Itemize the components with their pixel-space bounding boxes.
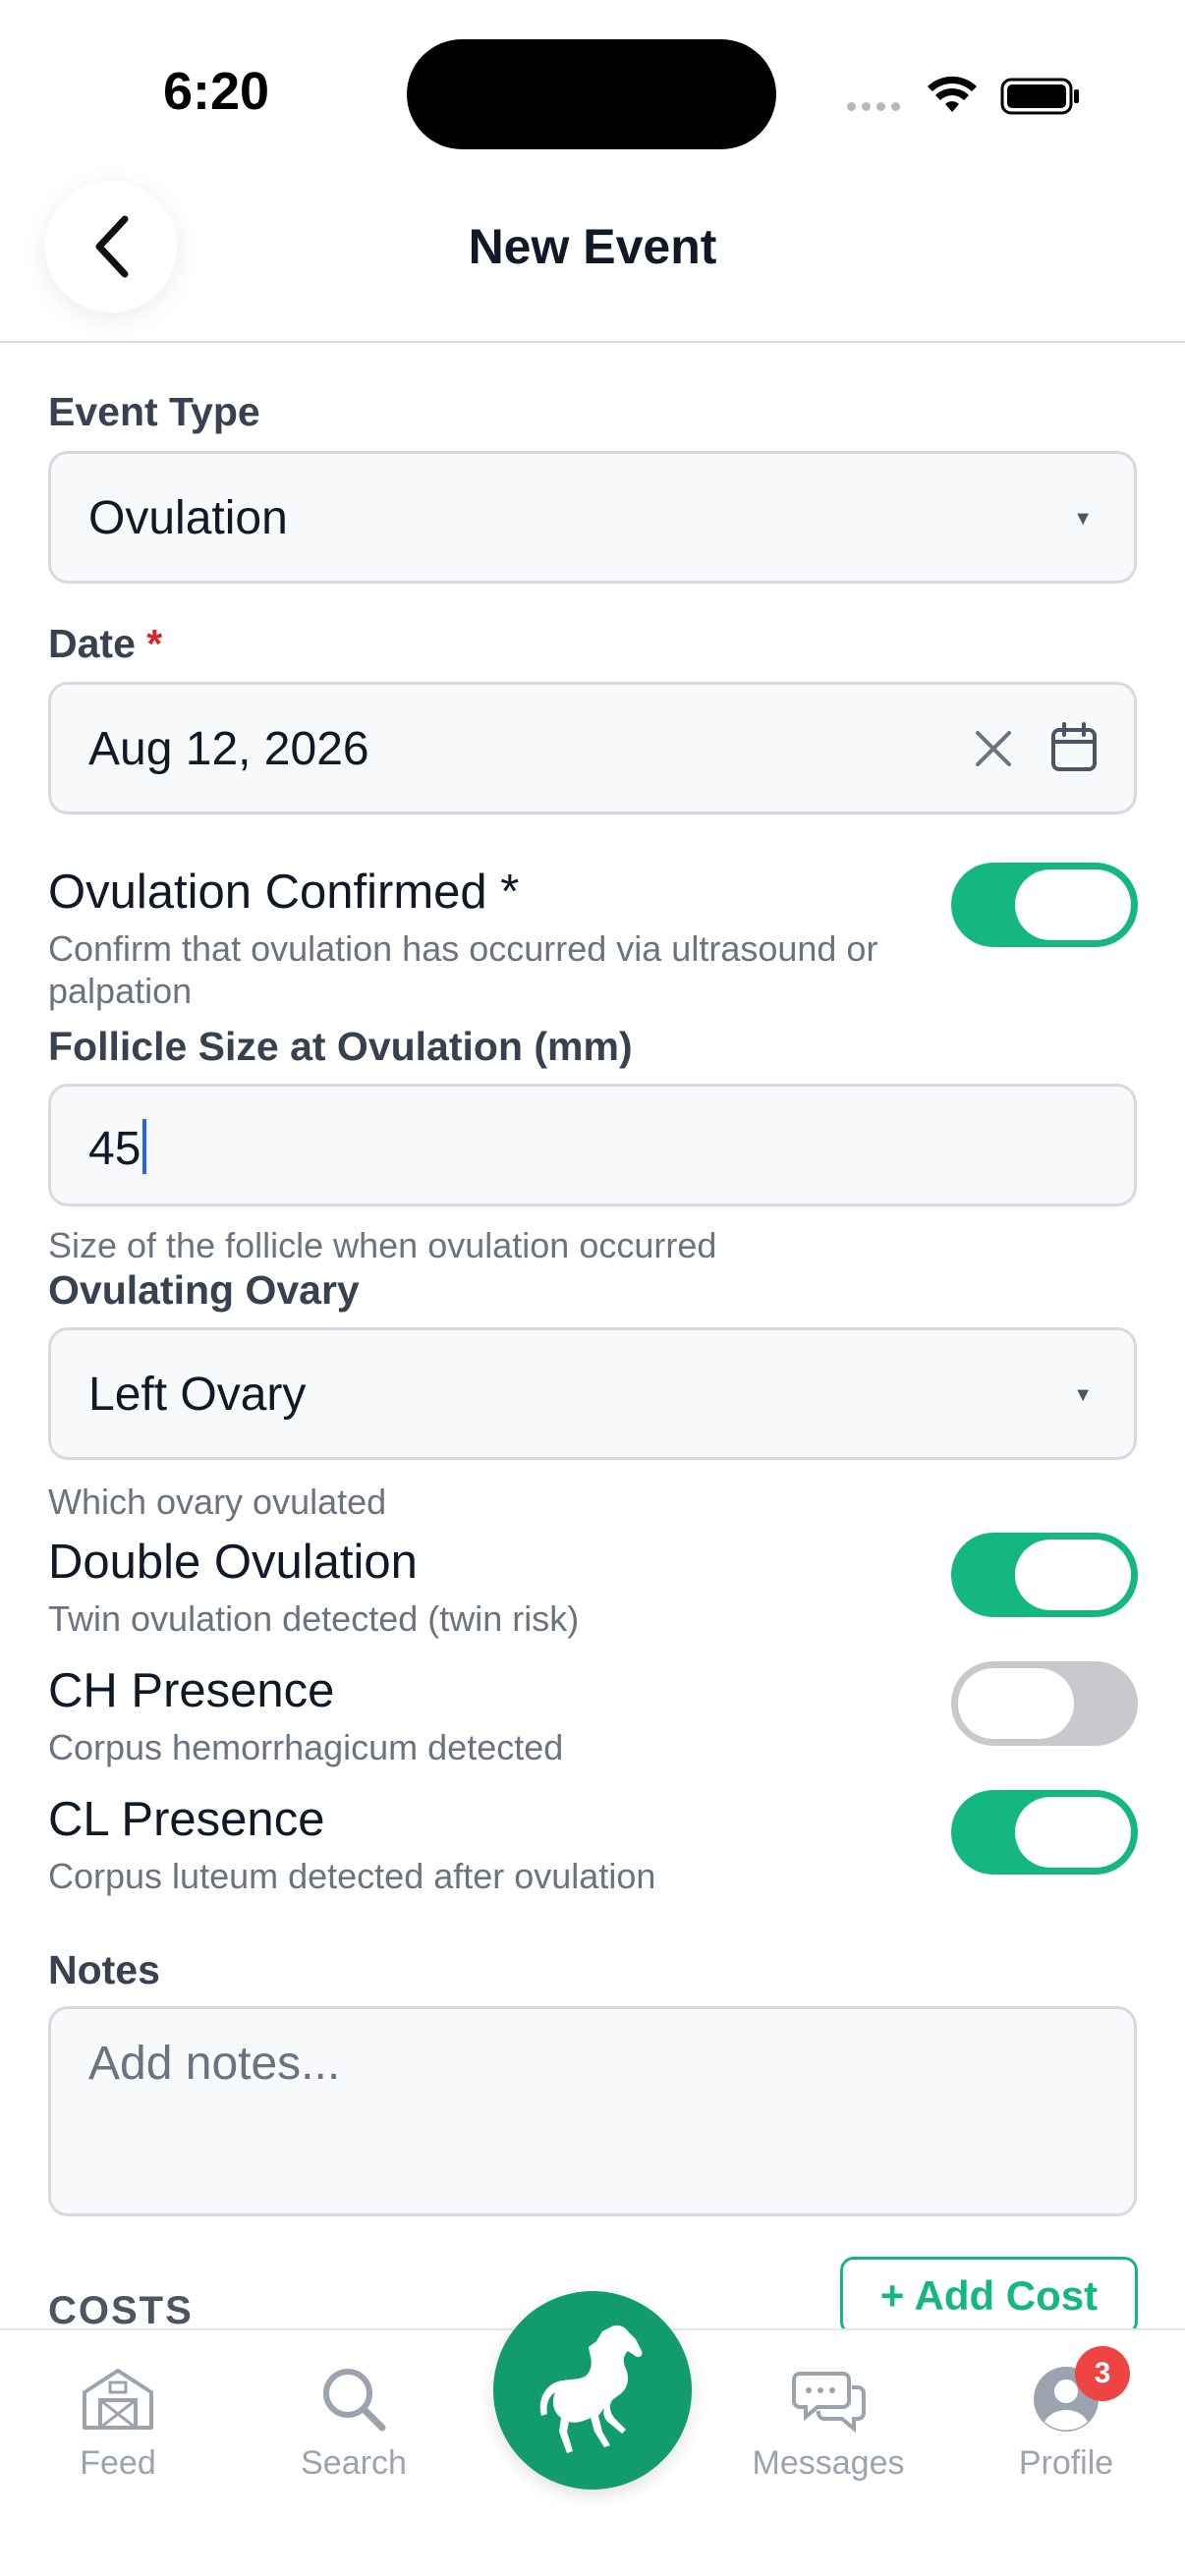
ovulation-confirmed-toggle[interactable] xyxy=(951,863,1138,947)
double-ovulation-toggle[interactable] xyxy=(951,1533,1138,1617)
notes-placeholder: Add notes... xyxy=(88,2038,341,2090)
calendar-icon[interactable] xyxy=(1049,722,1099,773)
nav-search-label: Search xyxy=(301,2444,407,2482)
follicle-size-input[interactable]: 45 xyxy=(48,1084,1137,1206)
ch-presence-description: Corpus hemorrhagicum detected xyxy=(48,1727,564,1767)
dynamic-island xyxy=(407,39,776,149)
dropdown-caret-icon: ▼ xyxy=(1073,508,1093,530)
notes-label: Notes xyxy=(48,1947,160,1992)
status-time: 6:20 xyxy=(163,62,270,121)
header-divider xyxy=(0,341,1185,343)
barn-icon xyxy=(83,2369,153,2430)
notes-textarea[interactable]: Add notes... xyxy=(48,2006,1137,2216)
horse-icon xyxy=(539,2324,643,2453)
ovulating-ovary-label: Ovulating Ovary xyxy=(48,1267,360,1313)
nav-search[interactable]: Search xyxy=(255,2360,452,2483)
nav-feed-label: Feed xyxy=(80,2444,156,2482)
event-type-label: Event Type xyxy=(48,389,260,434)
event-type-select[interactable]: Ovulation ▼ xyxy=(48,451,1137,584)
nav-feed[interactable]: Feed xyxy=(20,2360,216,2483)
follicle-size-helper: Size of the follicle when ovulation occu… xyxy=(48,1225,717,1265)
cellular-signal-icon xyxy=(847,102,900,111)
ch-presence-title: CH Presence xyxy=(48,1664,335,1717)
add-cost-button[interactable]: + Add Cost xyxy=(840,2257,1138,2335)
nav-messages[interactable]: Messages xyxy=(730,2360,927,2483)
event-type-value: Ovulation xyxy=(88,492,288,544)
ovulation-confirmed-description: Confirm that ovulation has occurred via … xyxy=(48,928,878,1011)
nav-profile-label: Profile xyxy=(1018,2444,1114,2482)
page-title: New Event xyxy=(468,219,717,274)
date-value: Aug 12, 2026 xyxy=(88,723,369,775)
date-field[interactable]: Aug 12, 2026 xyxy=(48,682,1137,814)
ovulating-ovary-helper: Which ovary ovulated xyxy=(48,1482,387,1522)
notification-badge: 3 xyxy=(1075,2346,1130,2401)
cl-presence-description: Corpus luteum detected after ovulation xyxy=(48,1856,656,1896)
ovulating-ovary-select[interactable]: Left Ovary ▼ xyxy=(48,1327,1137,1460)
cl-presence-toggle[interactable] xyxy=(951,1790,1138,1875)
search-icon xyxy=(323,2369,386,2432)
horse-fab-button[interactable] xyxy=(493,2291,692,2490)
follicle-size-value: 45 xyxy=(88,1119,147,1176)
ovulating-ovary-value: Left Ovary xyxy=(88,1369,307,1421)
date-label: Date * xyxy=(48,621,163,666)
double-ovulation-description: Twin ovulation detected (twin risk) xyxy=(48,1598,580,1639)
chat-bubbles-icon xyxy=(792,2372,866,2433)
ovulation-confirmed-title: Ovulation Confirmed * xyxy=(48,866,520,919)
follicle-size-label: Follicle Size at Ovulation (mm) xyxy=(48,1024,633,1069)
cl-presence-title: CL Presence xyxy=(48,1793,325,1846)
battery-icon xyxy=(1000,78,1079,115)
ch-presence-toggle[interactable] xyxy=(951,1661,1138,1746)
nav-messages-label: Messages xyxy=(752,2444,905,2482)
nav-profile[interactable]: Profile xyxy=(968,2360,1164,2483)
dropdown-caret-icon: ▼ xyxy=(1073,1384,1093,1406)
double-ovulation-title: Double Ovulation xyxy=(48,1536,418,1589)
costs-section-label: COSTS xyxy=(48,2289,194,2332)
wifi-icon xyxy=(928,76,977,112)
clear-icon[interactable] xyxy=(973,728,1014,769)
